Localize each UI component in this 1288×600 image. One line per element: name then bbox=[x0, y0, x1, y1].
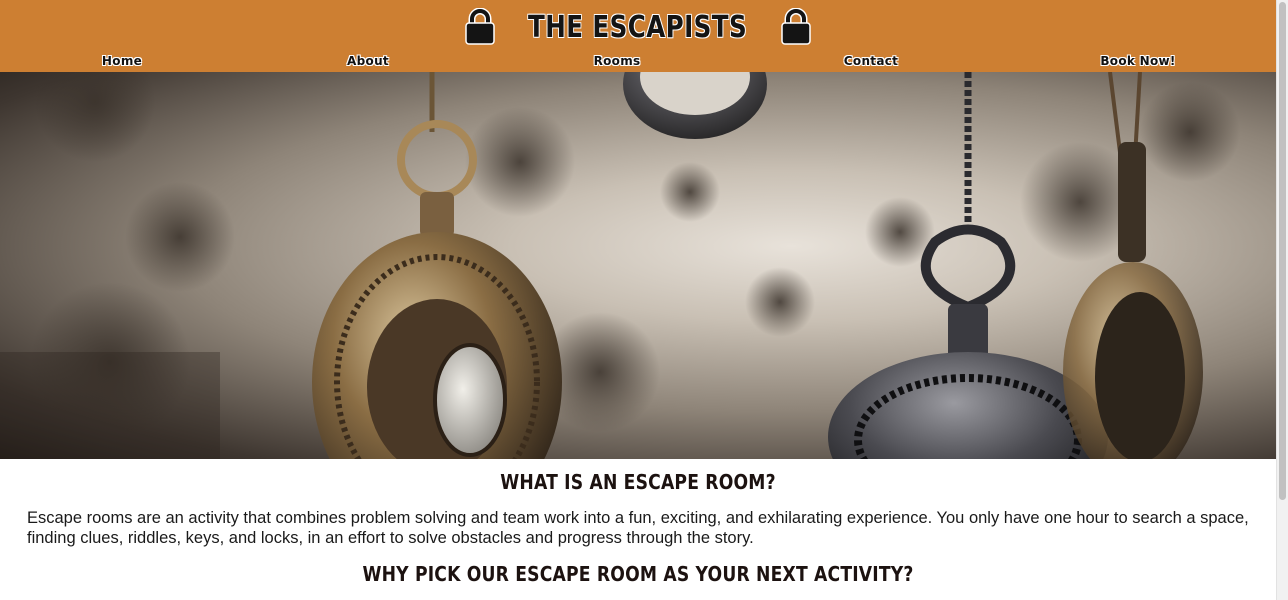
heading-why-pick: WHY PICK OUR ESCAPE ROOM AS YOUR NEXT AC… bbox=[362, 562, 914, 586]
lock-icon bbox=[465, 8, 496, 45]
scrollbar-thumb[interactable] bbox=[1279, 2, 1286, 500]
page: THE ESCAPISTS Home About Rooms Contact B… bbox=[0, 0, 1276, 600]
hero-image bbox=[0, 72, 1276, 459]
nav-home[interactable]: Home bbox=[102, 54, 142, 68]
heading-what-is: WHAT IS AN ESCAPE ROOM? bbox=[500, 470, 776, 494]
nav-book-now[interactable]: Book Now! bbox=[1100, 54, 1175, 68]
pocket-watches-image bbox=[0, 72, 1240, 459]
site-header: THE ESCAPISTS Home About Rooms Contact B… bbox=[0, 0, 1276, 72]
lock-icon bbox=[780, 8, 811, 45]
brand[interactable]: THE ESCAPISTS bbox=[0, 7, 1276, 47]
intro-paragraph: Escape rooms are an activity that combin… bbox=[27, 509, 1249, 547]
main-nav: Home About Rooms Contact Book Now! bbox=[0, 52, 1276, 72]
nav-about[interactable]: About bbox=[347, 54, 389, 68]
site-title: THE ESCAPISTS bbox=[528, 9, 748, 45]
nav-contact[interactable]: Contact bbox=[844, 54, 898, 68]
nav-rooms[interactable]: Rooms bbox=[594, 54, 641, 68]
page-scrollbar[interactable] bbox=[1276, 0, 1288, 600]
